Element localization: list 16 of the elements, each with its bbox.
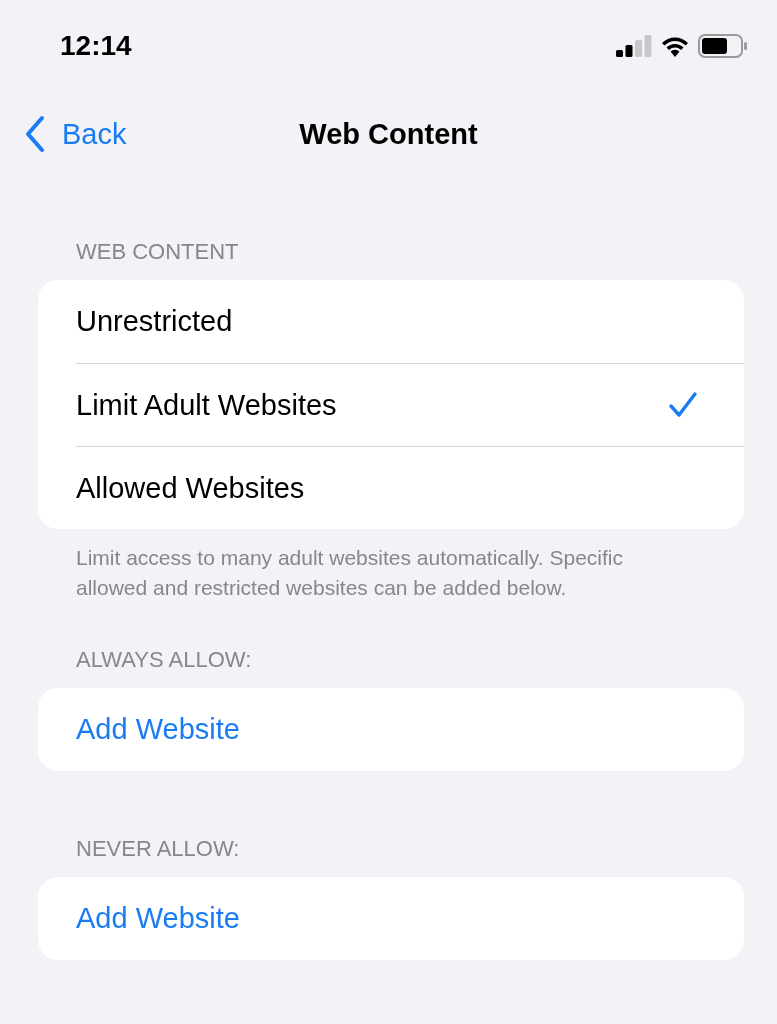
option-row[interactable]: Allowed Websites [76, 446, 744, 529]
section-header: WEB CONTENT [75, 238, 240, 266]
battery-icon [698, 34, 748, 58]
add-website-link[interactable]: Add Website [76, 902, 240, 935]
section-header: ALWAYS ALLOW: [75, 646, 253, 674]
back-button[interactable]: Back [24, 115, 127, 153]
option-row[interactable]: Unrestricted [76, 280, 744, 363]
add-website-link[interactable]: Add Website [76, 713, 240, 746]
signal-icon [616, 35, 652, 57]
section-header: NEVER ALLOW: [75, 835, 241, 863]
wifi-icon [660, 35, 690, 57]
nav-title: Web Content [299, 117, 478, 151]
section-footer: Limit access to many adult websites automatically. Specific allowed and restricted websites can be added below. [76, 543, 677, 603]
status-time: 12:14 [60, 30, 132, 62]
chevron-left-icon [24, 115, 46, 153]
option-row[interactable]: Limit Adult Websites [76, 363, 744, 446]
